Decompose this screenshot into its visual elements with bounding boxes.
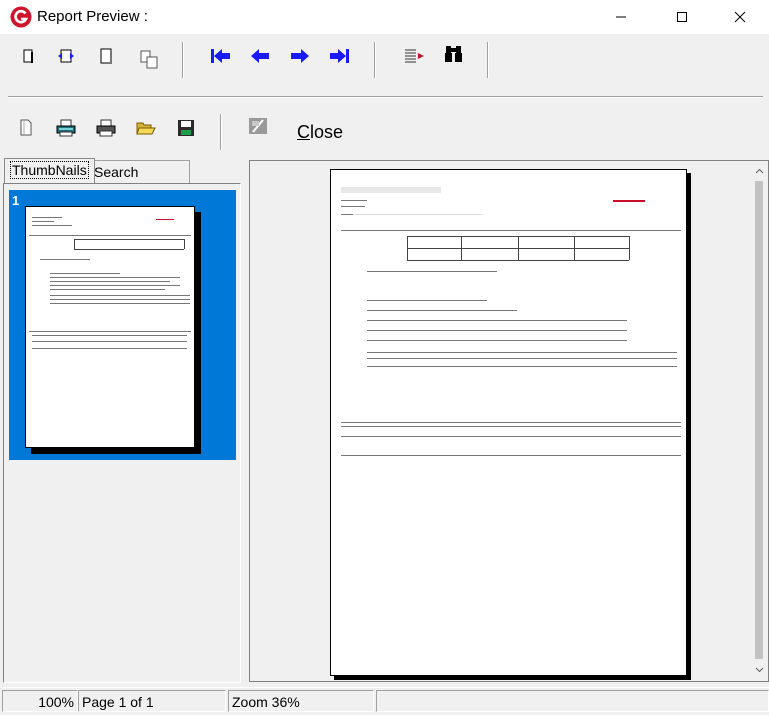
next-page-button[interactable]	[286, 42, 314, 70]
maximize-button[interactable]	[659, 0, 705, 34]
genexus-icon	[10, 6, 32, 28]
report-preview-area[interactable]	[249, 160, 769, 682]
page-width-button[interactable]	[14, 42, 42, 70]
prev-page-button[interactable]	[246, 42, 274, 70]
goto-page-button[interactable]	[400, 42, 428, 70]
thumbnail-panel: 1	[3, 183, 241, 683]
minimize-icon	[616, 16, 626, 18]
status-zoom-text: Zoom 36%	[228, 690, 374, 712]
prev-page-icon	[251, 49, 269, 63]
tab-thumbnails-label: ThumbNails	[10, 161, 89, 179]
open-button[interactable]	[132, 114, 160, 142]
two-pages-icon	[140, 50, 158, 69]
toolbar-separator	[487, 42, 489, 78]
find-icon	[445, 46, 462, 62]
scrollbar-thumb[interactable]	[755, 181, 763, 659]
save-icon	[178, 120, 194, 136]
minimize-button[interactable]	[598, 0, 644, 34]
close-mnemonic: C	[297, 122, 310, 142]
status-page-info: Page 1 of 1	[78, 690, 226, 712]
thumbnail-page-image	[25, 206, 195, 448]
print-icon	[96, 119, 116, 137]
find-button[interactable]	[440, 40, 468, 68]
export-button[interactable]	[244, 112, 272, 140]
close-icon	[734, 11, 746, 23]
close-window-button[interactable]	[717, 0, 763, 34]
status-empty-panel	[376, 690, 769, 712]
file-toolbar: Close	[0, 100, 769, 156]
toolbar-separator	[220, 114, 222, 150]
scroll-down-icon	[755, 667, 764, 673]
toolbar-separator	[374, 42, 376, 78]
print-button[interactable]	[92, 114, 120, 142]
window-title: Report Preview :	[37, 8, 148, 25]
open-icon	[136, 122, 156, 135]
close-label: lose	[310, 122, 344, 142]
first-page-button[interactable]	[206, 42, 234, 70]
thumbnail-item[interactable]: 1	[9, 190, 236, 460]
new-page-icon	[20, 119, 32, 136]
save-button[interactable]	[172, 114, 200, 142]
last-page-icon	[330, 49, 349, 63]
toolbar-separator	[182, 42, 184, 78]
next-page-icon	[291, 49, 309, 63]
status-bar: 100% Page 1 of 1 Zoom 36%	[0, 687, 769, 715]
status-zoom-percent: 100%	[2, 690, 78, 712]
navigation-toolbar	[0, 34, 769, 88]
full-page-icon	[100, 48, 112, 64]
new-page-button[interactable]	[12, 114, 40, 142]
vertical-scrollbar[interactable]	[751, 161, 768, 681]
close-button[interactable]: Close	[297, 122, 343, 143]
first-page-icon	[211, 49, 230, 63]
page-width-icon	[23, 49, 33, 63]
full-page-button[interactable]	[92, 42, 120, 70]
print-setup-icon	[56, 119, 76, 137]
fit-width-icon	[58, 49, 74, 63]
tab-thumbnails[interactable]: ThumbNails	[4, 158, 95, 183]
fit-width-button[interactable]	[52, 42, 80, 70]
print-setup-button[interactable]	[52, 114, 80, 142]
tab-search-results[interactable]: Search Results	[88, 160, 190, 196]
maximize-icon	[677, 12, 687, 22]
two-pages-button[interactable]	[136, 46, 164, 74]
report-page	[330, 169, 687, 676]
toolbar-divider	[8, 96, 763, 98]
thumbnail-number: 1	[12, 193, 20, 208]
export-icon	[249, 118, 267, 134]
title-bar: Report Preview :	[0, 0, 769, 34]
goto-page-icon	[405, 49, 424, 63]
last-page-button[interactable]	[326, 42, 354, 70]
scroll-up-icon	[755, 168, 764, 174]
